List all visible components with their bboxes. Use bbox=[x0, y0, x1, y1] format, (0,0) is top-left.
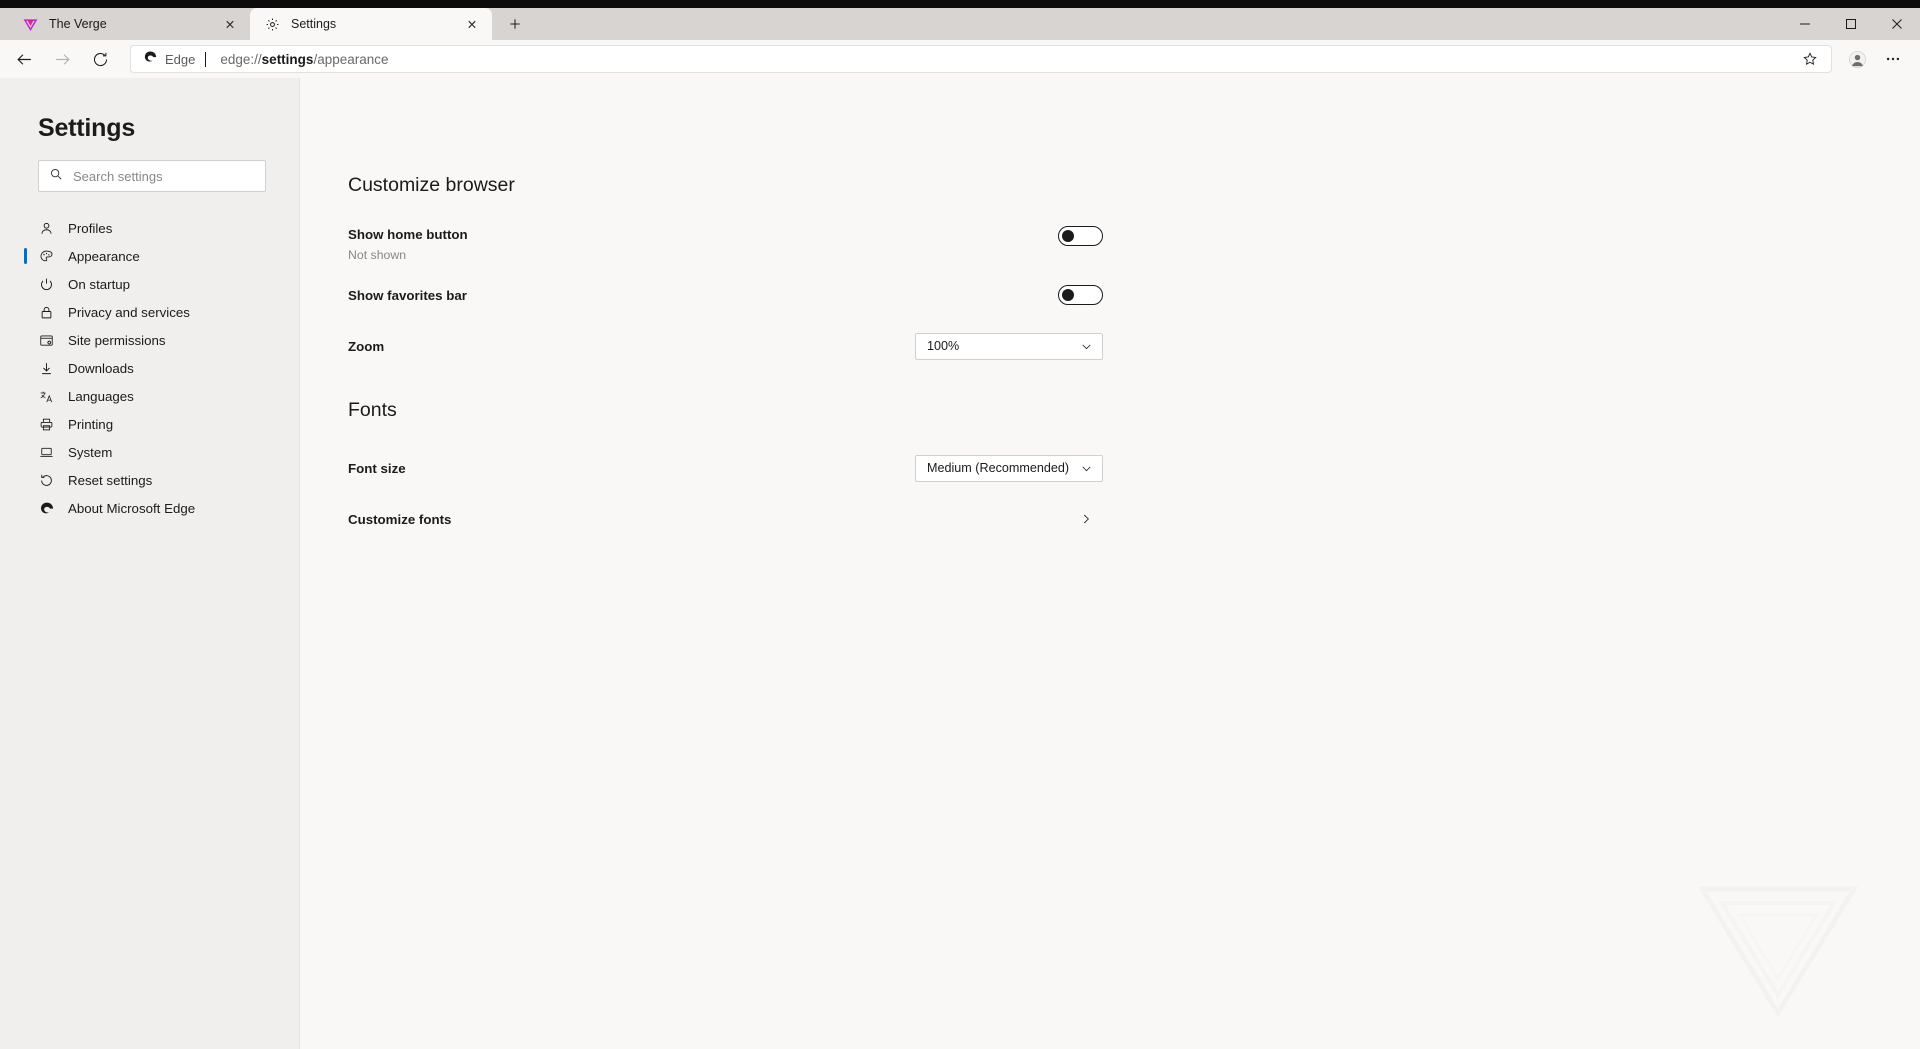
sidebar-item-site-permissions[interactable]: Site permissions bbox=[0, 326, 299, 354]
search-icon bbox=[49, 167, 63, 186]
settings-nav-list: Profiles Appearance On startup Privacy a… bbox=[0, 214, 299, 522]
close-button[interactable] bbox=[1874, 8, 1920, 40]
setting-label: Zoom bbox=[348, 339, 385, 354]
sidebar-item-system[interactable]: System bbox=[0, 438, 299, 466]
url-suffix: /appearance bbox=[313, 51, 389, 67]
zoom-dropdown-value: 100% bbox=[927, 339, 960, 353]
section-heading-fonts: Fonts bbox=[348, 399, 397, 421]
tab-close-button[interactable]: ✕ bbox=[220, 14, 240, 34]
sidebar-item-downloads[interactable]: Downloads bbox=[0, 354, 299, 382]
maximize-button[interactable] bbox=[1828, 8, 1874, 40]
edge-logo-icon bbox=[143, 49, 158, 69]
page-title: Settings bbox=[38, 114, 136, 142]
selection-indicator bbox=[24, 248, 27, 264]
toolbar-right-actions bbox=[1840, 44, 1910, 74]
sidebar-item-label: Appearance bbox=[68, 248, 140, 264]
gear-icon bbox=[264, 16, 281, 33]
search-settings-box[interactable] bbox=[38, 160, 266, 192]
edge-logo-icon bbox=[38, 500, 55, 517]
person-icon bbox=[38, 220, 55, 237]
download-arrow-icon bbox=[38, 360, 55, 377]
sidebar-item-label: Printing bbox=[68, 416, 114, 432]
setting-label: Font size bbox=[348, 461, 406, 476]
section-heading-customize-browser: Customize browser bbox=[348, 174, 515, 196]
setting-sublabel: Not shown bbox=[348, 248, 407, 262]
sidebar-item-appearance[interactable]: Appearance bbox=[0, 242, 299, 270]
edge-brand-label: Edge bbox=[165, 51, 196, 67]
url-text: edge://settings/appearance bbox=[220, 52, 1789, 67]
lock-icon bbox=[38, 304, 55, 321]
verge-logo-icon bbox=[22, 16, 39, 33]
sidebar-item-privacy-and-services[interactable]: Privacy and services bbox=[0, 298, 299, 326]
sidebar-item-label: System bbox=[68, 444, 113, 460]
palette-icon bbox=[38, 248, 55, 265]
sidebar-item-label: Reset settings bbox=[68, 472, 153, 488]
tab-the-verge[interactable]: The Verge ✕ bbox=[8, 8, 250, 40]
laptop-icon bbox=[38, 444, 55, 461]
url-emphasis: settings bbox=[261, 51, 314, 67]
sidebar-item-label: Downloads bbox=[68, 360, 134, 376]
toggle-knob bbox=[1062, 289, 1074, 301]
site-permissions-icon bbox=[38, 332, 55, 349]
printer-icon bbox=[38, 416, 55, 433]
toggle-knob bbox=[1062, 230, 1074, 242]
minimize-button[interactable] bbox=[1782, 8, 1828, 40]
tab-title: The Verge bbox=[49, 17, 107, 31]
font-size-dropdown-value: Medium (Recommended) bbox=[927, 461, 1070, 475]
sidebar-item-on-startup[interactable]: On startup bbox=[0, 270, 299, 298]
edge-brand-badge: Edge bbox=[143, 49, 195, 69]
verge-watermark-icon bbox=[1688, 863, 1868, 1033]
setting-row-font-size: Font size Medium (Recommended) bbox=[348, 451, 1103, 485]
show-home-button-toggle[interactable] bbox=[1058, 226, 1103, 246]
chevron-down-icon bbox=[1080, 462, 1093, 475]
font-size-dropdown[interactable]: Medium (Recommended) bbox=[915, 454, 1103, 482]
favorite-star-icon[interactable] bbox=[1797, 47, 1823, 71]
sidebar-item-about-microsoft-edge[interactable]: About Microsoft Edge bbox=[0, 494, 299, 522]
forward-button[interactable] bbox=[44, 44, 80, 74]
setting-row-show-home-button: Show home button Not shown bbox=[348, 226, 1103, 262]
sidebar-item-label: Site permissions bbox=[68, 332, 166, 348]
sidebar-item-printing[interactable]: Printing bbox=[0, 410, 299, 438]
setting-row-zoom: Zoom 100% bbox=[348, 329, 1103, 363]
tab-settings[interactable]: Settings ✕ bbox=[250, 8, 492, 40]
tab-title: Settings bbox=[291, 17, 337, 31]
reset-circle-icon bbox=[38, 472, 55, 489]
address-bar[interactable]: Edge edge://settings/appearance bbox=[130, 45, 1832, 73]
title-bar: The Verge ✕ Settings ✕ bbox=[0, 0, 1920, 40]
chevron-down-icon bbox=[1080, 340, 1093, 353]
new-tab-button[interactable] bbox=[498, 9, 532, 39]
tab-close-button[interactable]: ✕ bbox=[462, 14, 482, 34]
setting-label: Show favorites bar bbox=[348, 288, 467, 303]
sidebar-item-label: Privacy and services bbox=[68, 304, 190, 320]
settings-content: Customize browser Show home button Not s… bbox=[300, 78, 1920, 1049]
url-prefix: edge:// bbox=[220, 51, 262, 67]
show-favorites-bar-toggle[interactable] bbox=[1058, 285, 1103, 305]
omnibox-divider bbox=[205, 51, 207, 67]
sidebar-item-label: Languages bbox=[68, 388, 134, 404]
refresh-button[interactable] bbox=[82, 44, 118, 74]
setting-row-show-favorites-bar: Show favorites bar bbox=[348, 278, 1103, 312]
languages-icon bbox=[38, 388, 55, 405]
collections-icon[interactable] bbox=[1840, 44, 1874, 74]
setting-label: Customize fonts bbox=[348, 512, 452, 527]
chevron-right-icon[interactable] bbox=[1072, 505, 1100, 533]
sidebar-item-label: About Microsoft Edge bbox=[68, 500, 196, 516]
setting-label: Show home button bbox=[348, 227, 468, 242]
setting-row-customize-fonts[interactable]: Customize fonts bbox=[348, 502, 1103, 536]
more-options-button[interactable] bbox=[1876, 44, 1910, 74]
sidebar-item-reset-settings[interactable]: Reset settings bbox=[0, 466, 299, 494]
search-input[interactable] bbox=[73, 168, 255, 184]
sidebar-item-label: On startup bbox=[68, 276, 131, 292]
power-icon bbox=[38, 276, 55, 293]
settings-sidebar: Settings Profiles bbox=[0, 78, 300, 1049]
back-button[interactable] bbox=[6, 44, 42, 74]
zoom-dropdown[interactable]: 100% bbox=[915, 332, 1103, 360]
window-controls bbox=[1782, 8, 1920, 40]
sidebar-item-label: Profiles bbox=[68, 220, 113, 236]
sidebar-item-languages[interactable]: Languages bbox=[0, 382, 299, 410]
settings-page: Settings Profiles bbox=[0, 78, 1920, 1049]
browser-toolbar: Edge edge://settings/appearance bbox=[0, 40, 1920, 78]
sidebar-item-profiles[interactable]: Profiles bbox=[0, 214, 299, 242]
